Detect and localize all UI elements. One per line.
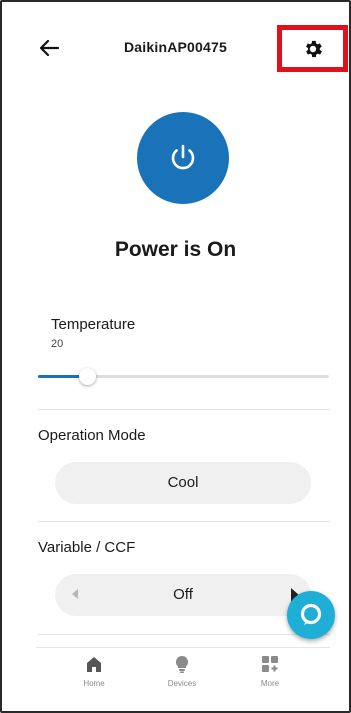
alexa-button[interactable] — [287, 591, 335, 639]
home-icon — [87, 657, 101, 672]
operation-mode-value: Cool — [167, 474, 199, 491]
alexa-icon — [300, 603, 322, 625]
temperature-value: 20 — [51, 338, 64, 350]
operation-mode-label: Operation Mode — [38, 427, 146, 444]
variable-ccf-selector[interactable]: Off — [55, 574, 311, 616]
slider-thumb[interactable] — [79, 368, 97, 385]
gear-icon — [305, 40, 322, 57]
variable-ccf-label: Variable / CCF — [38, 539, 136, 556]
temperature-label: Temperature — [51, 316, 136, 333]
grid-plus-icon — [262, 656, 278, 672]
nav-item-label: Home — [83, 679, 105, 688]
divider — [38, 634, 330, 635]
nav-item-label: More — [260, 679, 280, 688]
top-app-bar: DaikinAP00475 — [2, 24, 349, 74]
settings-button[interactable] — [277, 25, 348, 72]
bottom-nav-divider — [36, 647, 330, 648]
divider — [38, 409, 330, 410]
power-button[interactable] — [137, 112, 229, 204]
app-screen: DaikinAP00475 Power is On Temperature 20… — [0, 0, 351, 713]
temperature-slider[interactable] — [38, 368, 329, 385]
power-status-text: Power is On — [114, 238, 237, 261]
power-icon — [171, 144, 195, 170]
operation-mode-selector[interactable]: Cool — [55, 462, 311, 504]
lightbulb-icon — [175, 655, 189, 673]
nav-item-more[interactable]: More — [240, 654, 300, 694]
nav-item-devices[interactable]: Devices — [152, 654, 212, 694]
variable-ccf-value: Off — [173, 586, 193, 603]
divider — [38, 521, 330, 522]
nav-item-label: Devices — [167, 679, 197, 688]
nav-item-home[interactable]: Home — [64, 654, 124, 694]
